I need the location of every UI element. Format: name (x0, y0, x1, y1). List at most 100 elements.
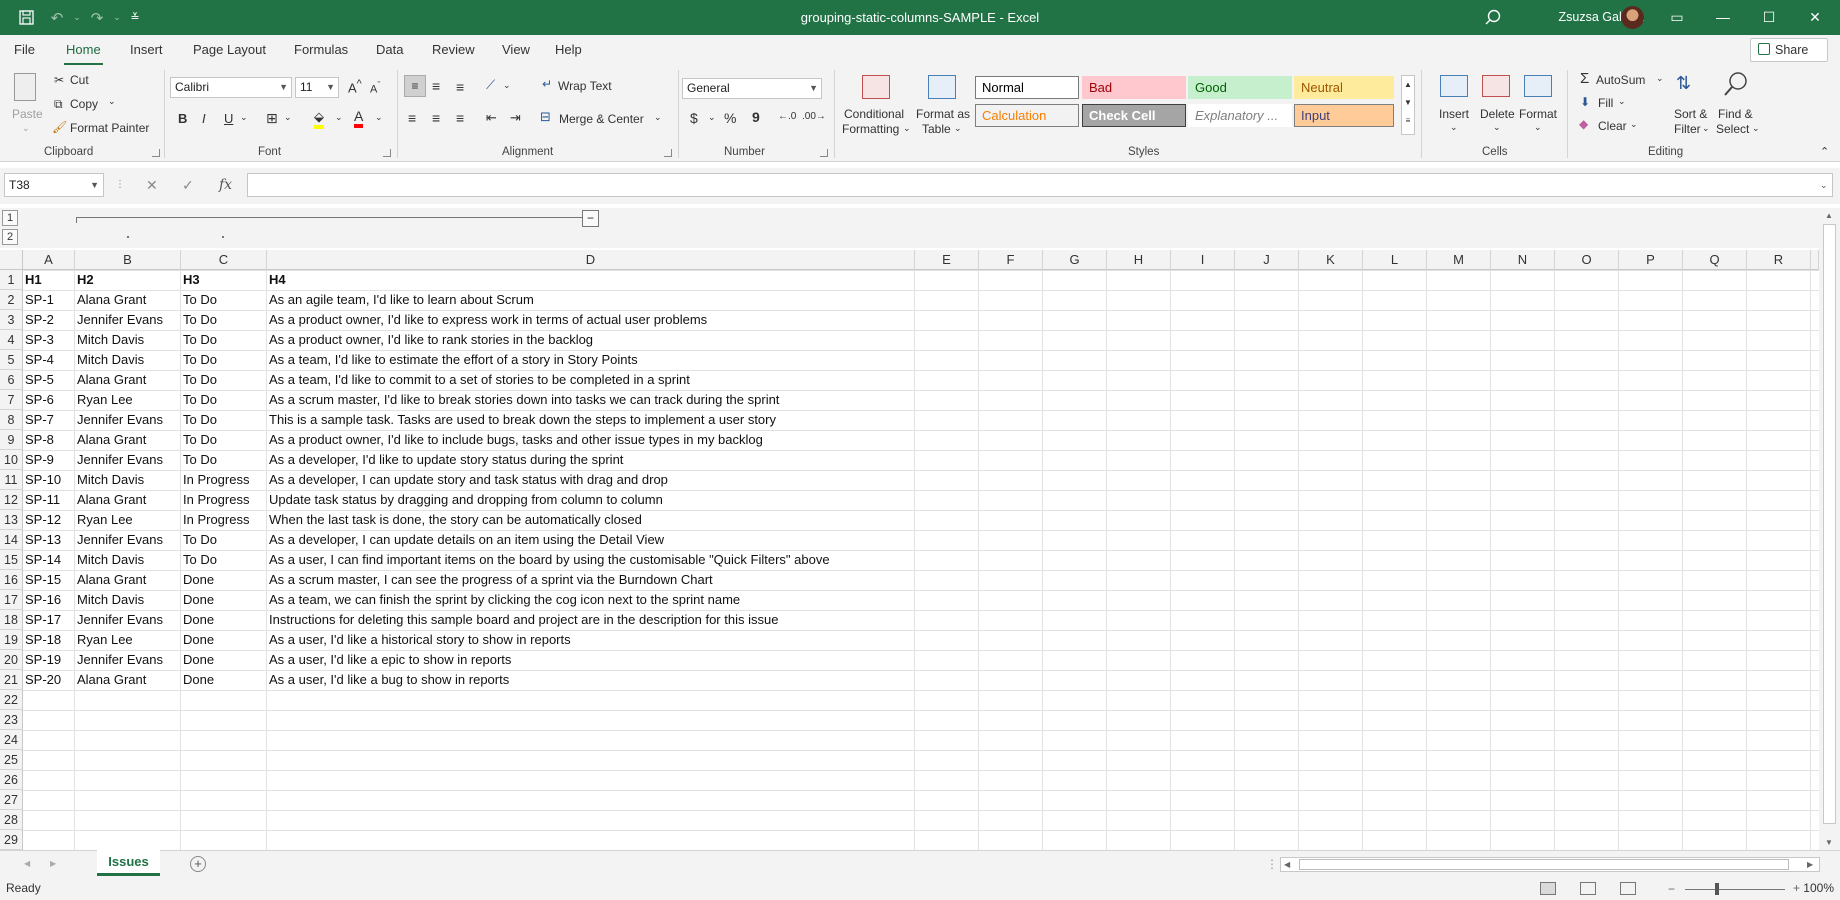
sheet-tab-issues[interactable]: Issues (97, 850, 160, 876)
sort-filter-label2[interactable]: Filter (1674, 122, 1701, 136)
autosum-dropdown-icon[interactable]: ⌄ (1656, 73, 1664, 84)
header-cell[interactable]: H2 (75, 270, 94, 290)
find-select-label2[interactable]: Select (1716, 122, 1749, 136)
clear-dropdown-icon[interactable]: ⌄ (1630, 119, 1638, 130)
expand-formula-icon[interactable]: ⌄ (1820, 173, 1828, 197)
collapse-ribbon-icon[interactable]: ⌃ (1820, 145, 1829, 158)
copy-icon[interactable]: ⧉ (54, 97, 63, 112)
insert-cells-icon[interactable] (1440, 75, 1468, 97)
outline-level-1-button[interactable]: 1 (2, 210, 18, 226)
column-header-l[interactable]: L (1363, 250, 1427, 270)
table-cell[interactable]: SP-4 (23, 350, 54, 370)
tab-data[interactable]: Data (376, 42, 403, 57)
find-select-button[interactable]: Find & (1718, 107, 1753, 121)
table-cell[interactable]: As a user, I'd like a bug to show in rep… (267, 670, 509, 690)
align-center-icon[interactable]: ≡ (432, 110, 440, 126)
table-cell[interactable]: SP-10 (23, 470, 61, 490)
table-cell[interactable]: As a product owner, I'd like to rank sto… (267, 330, 593, 350)
table-cell[interactable]: SP-15 (23, 570, 61, 590)
sort-filter-button[interactable]: Sort & (1674, 107, 1707, 121)
row-header-24[interactable]: 24 (0, 730, 23, 750)
tab-formulas[interactable]: Formulas (294, 42, 348, 57)
horizontal-scroll-thumb[interactable] (1299, 859, 1789, 870)
paste-dropdown-icon[interactable]: ⌄ (22, 123, 30, 134)
minimize-icon[interactable]: — (1700, 0, 1746, 35)
table-cell[interactable]: Alana Grant (75, 370, 146, 390)
alignment-launcher-icon[interactable] (664, 149, 672, 157)
chevron-down-icon[interactable]: ⌄ (903, 123, 911, 134)
column-header-q[interactable]: Q (1683, 250, 1747, 270)
font-launcher-icon[interactable] (383, 149, 391, 157)
table-cell[interactable]: As a user, I can find important items on… (267, 550, 830, 570)
row-header-13[interactable]: 13 (0, 510, 23, 530)
table-cell[interactable]: Alana Grant (75, 290, 146, 310)
currency-dropdown-icon[interactable]: ⌄ (708, 112, 716, 123)
horizontal-scrollbar[interactable]: ◀ ▶ (1280, 857, 1820, 872)
column-header-d[interactable]: D (267, 250, 915, 270)
column-header-e[interactable]: E (915, 250, 979, 270)
table-cell[interactable]: To Do (181, 550, 217, 570)
zoom-out-icon[interactable]: − (1668, 882, 1675, 896)
table-cell[interactable]: Done (181, 630, 214, 650)
table-cell[interactable]: To Do (181, 430, 217, 450)
table-cell[interactable]: SP-11 (23, 490, 60, 510)
row-header-19[interactable]: 19 (0, 630, 23, 650)
align-middle-icon[interactable]: ≡ (432, 78, 440, 94)
add-sheet-icon[interactable]: + (190, 856, 206, 872)
row-header-22[interactable]: 22 (0, 690, 23, 710)
paste-button[interactable]: Paste (12, 107, 43, 121)
vertical-scroll-thumb[interactable] (1823, 224, 1836, 824)
row-header-4[interactable]: 4 (0, 330, 23, 350)
vertical-scrollbar[interactable]: ▲ ▼ (1819, 208, 1840, 850)
column-header-c[interactable]: C (181, 250, 267, 270)
bold-button[interactable]: B (178, 111, 187, 126)
table-cell[interactable]: To Do (181, 450, 217, 470)
format-painter-button[interactable]: Format Painter (70, 121, 149, 135)
table-cell[interactable]: Done (181, 610, 214, 630)
close-icon[interactable]: ✕ (1792, 0, 1838, 35)
align-top-icon[interactable]: ≡ (404, 75, 426, 97)
number-format-select[interactable]: General ▼ (682, 78, 822, 99)
align-bottom-icon[interactable]: ≡ (456, 79, 464, 95)
copy-dropdown-icon[interactable]: ⌄ (108, 96, 116, 107)
scroll-left-icon[interactable]: ◀ (1284, 860, 1290, 869)
fill-button[interactable]: Fill (1598, 96, 1613, 110)
table-cell[interactable]: Done (181, 590, 214, 610)
table-cell[interactable]: To Do (181, 410, 217, 430)
table-cell[interactable]: SP-12 (23, 510, 61, 530)
table-cell[interactable]: As a scrum master, I can see the progres… (267, 570, 713, 590)
table-cell[interactable]: Ryan Lee (75, 510, 133, 530)
conditional-formatting-label2[interactable]: Formatting (842, 122, 899, 136)
row-header-11[interactable]: 11 (0, 470, 23, 490)
zoom-level[interactable]: 100% (1803, 881, 1834, 895)
scroll-down-icon[interactable]: ▼ (1825, 838, 1833, 847)
row-header-26[interactable]: 26 (0, 770, 23, 790)
cell-style-bad[interactable]: Bad (1082, 76, 1186, 99)
chevron-down-icon[interactable]: ⌄ (1534, 122, 1542, 133)
table-cell[interactable]: Jennifer Evans (75, 610, 163, 630)
table-cell[interactable]: Alana Grant (75, 490, 146, 510)
table-cell[interactable]: As a team, I'd like to estimate the effo… (267, 350, 638, 370)
cell-style-normal[interactable]: Normal (975, 76, 1079, 99)
row-header-27[interactable]: 27 (0, 790, 23, 810)
increase-decimal-icon[interactable]: ←.0 (778, 111, 796, 122)
format-as-table-button[interactable]: Format as (916, 107, 970, 121)
column-header-p[interactable]: P (1619, 250, 1683, 270)
search-icon[interactable] (1478, 0, 1508, 35)
wrap-text-icon[interactable]: ↵ (542, 77, 552, 91)
format-cells-button[interactable]: Format (1519, 107, 1557, 121)
zoom-in-icon[interactable]: + (1793, 881, 1800, 895)
table-cell[interactable]: As a developer, I can update details on … (267, 530, 664, 550)
enter-icon[interactable]: ✓ (182, 173, 194, 197)
column-header-f[interactable]: F (979, 250, 1043, 270)
italic-button[interactable]: I (202, 111, 206, 126)
table-cell[interactable]: Instructions for deleting this sample bo… (267, 610, 778, 630)
table-cell[interactable]: Ryan Lee (75, 630, 133, 650)
table-cell[interactable]: As a developer, I'd like to update story… (267, 450, 623, 470)
table-cell[interactable]: As a team, we can finish the sprint by c… (267, 590, 740, 610)
page-layout-view-icon[interactable] (1580, 882, 1596, 895)
align-left-icon[interactable]: ≡ (408, 110, 416, 126)
maximize-icon[interactable]: ☐ (1746, 0, 1792, 35)
table-cell[interactable]: In Progress (181, 490, 249, 510)
table-cell[interactable]: Done (181, 670, 214, 690)
